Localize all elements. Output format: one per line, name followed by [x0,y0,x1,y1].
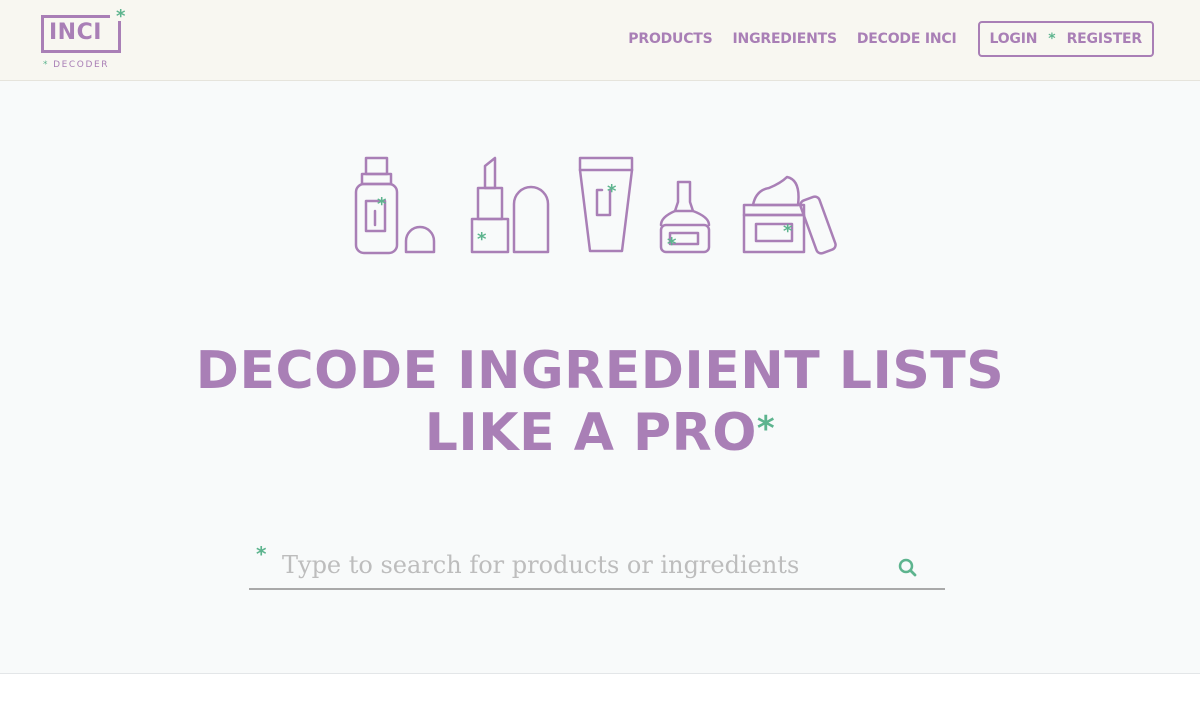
logo-subtitle: * DECODER [43,60,109,70]
site-header: INCI * * DECODER PRODUCTS INGREDIENTS DEC… [0,0,1200,81]
tube-icon [578,156,634,253]
cosmetics-illustration: * * * * * [354,156,837,255]
nav-decode-inci-link[interactable]: DECODE INCI [857,31,957,47]
logo-subtitle-dot-icon: * [43,60,50,70]
svg-text:*: * [607,181,617,202]
search-bar: * [249,542,945,590]
logo-text: INCI [49,20,102,45]
logo-star-icon: * [116,6,126,27]
headline-line-2: LIKE A PRO* [0,402,1200,464]
spray-bottle-icon [354,156,436,255]
main-nav: PRODUCTS INGREDIENTS DECODE INCI LOGIN *… [608,20,1154,58]
cream-jar-icon [742,175,837,255]
search-input[interactable] [282,548,882,582]
search-star-icon: * [256,542,267,566]
svg-text:*: * [667,234,677,255]
svg-text:*: * [477,229,487,250]
auth-separator-star-icon: * [1048,31,1056,47]
nav-ingredients-link[interactable]: INGREDIENTS [733,31,838,47]
svg-text:*: * [783,221,793,242]
svg-text:*: * [377,194,387,215]
nav-products-link[interactable]: PRODUCTS [628,31,712,47]
auth-box: LOGIN * REGISTER [977,21,1154,57]
register-link[interactable]: REGISTER [1067,31,1143,47]
logo-subtitle-text: DECODER [53,60,110,70]
login-link[interactable]: LOGIN [990,31,1038,47]
search-icon[interactable] [897,557,919,579]
inci-decoder-logo[interactable]: INCI * * DECODER [40,6,132,73]
headline-line-2-text: LIKE A PRO [424,403,757,463]
headline-star-icon: * [756,409,776,449]
hero-headline: DECODE INGREDIENT LISTS LIKE A PRO* [0,340,1200,464]
headline-line-1: DECODE INGREDIENT LISTS [195,341,1005,401]
